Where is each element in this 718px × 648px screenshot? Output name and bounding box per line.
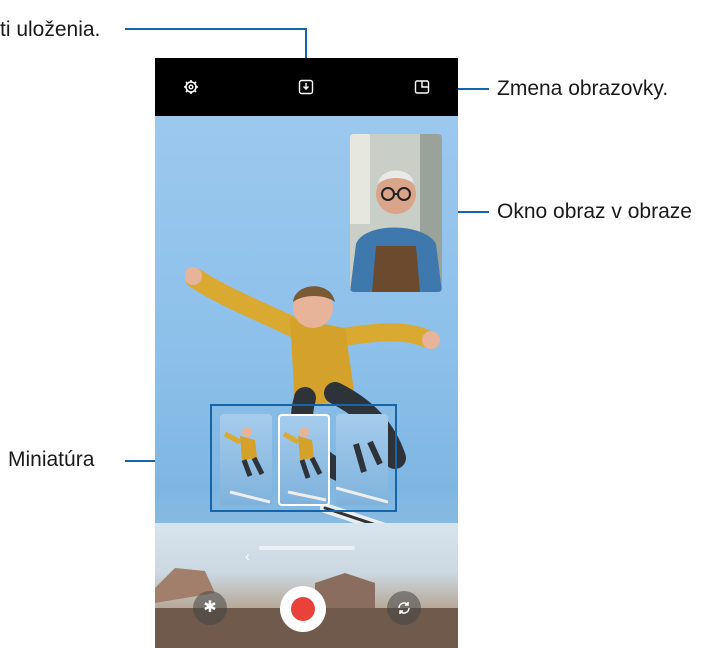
- record-button[interactable]: [280, 586, 326, 632]
- mode-hint-bar: [259, 546, 355, 550]
- pip-window[interactable]: [350, 134, 442, 292]
- mode-hint-arrow[interactable]: ‹: [245, 548, 250, 564]
- thumbnail-item[interactable]: [336, 414, 388, 506]
- camera-switch-icon: [398, 602, 410, 614]
- flower-icon: ✱: [203, 599, 217, 616]
- thumbnail-strip: [210, 404, 397, 512]
- thumbnail-item[interactable]: [220, 414, 272, 506]
- download-icon[interactable]: [295, 76, 317, 98]
- split-screen-icon[interactable]: [411, 76, 433, 98]
- pip-window-callout: Okno obraz v obraze: [497, 200, 692, 223]
- top-toolbar: [155, 58, 458, 116]
- callout-line: [125, 28, 307, 30]
- pip-person-image: [350, 134, 442, 292]
- effects-button[interactable]: ✱: [193, 591, 227, 625]
- gear-icon[interactable]: [180, 76, 202, 98]
- save-location-callout: ti uloženia.: [0, 18, 101, 41]
- flip-camera-button[interactable]: [387, 591, 421, 625]
- thumbnail-item[interactable]: [278, 414, 330, 506]
- thumbnail-callout: Miniatúra: [8, 448, 95, 471]
- switch-screen-callout: Zmena obrazovky.: [497, 77, 669, 100]
- record-icon: [291, 597, 315, 621]
- phone-screen: ‹ ✱: [155, 58, 458, 648]
